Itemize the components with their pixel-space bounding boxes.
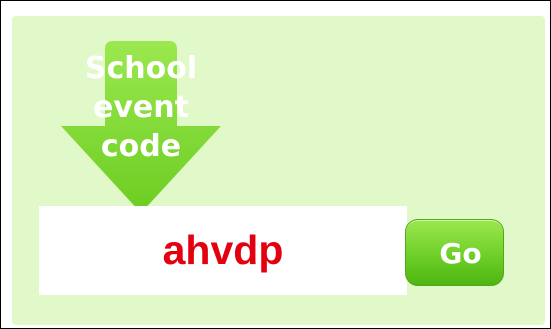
prompt-line-2: event [93,90,189,125]
event-code-prompt: School event code [61,49,221,166]
go-button[interactable]: Go [405,219,504,286]
prompt-line-1: School [84,51,198,86]
prompt-line-3: code [100,129,182,164]
event-code-input[interactable]: ahvdp [39,206,407,295]
window-frame: School event code ahvdp Go [0,0,551,329]
